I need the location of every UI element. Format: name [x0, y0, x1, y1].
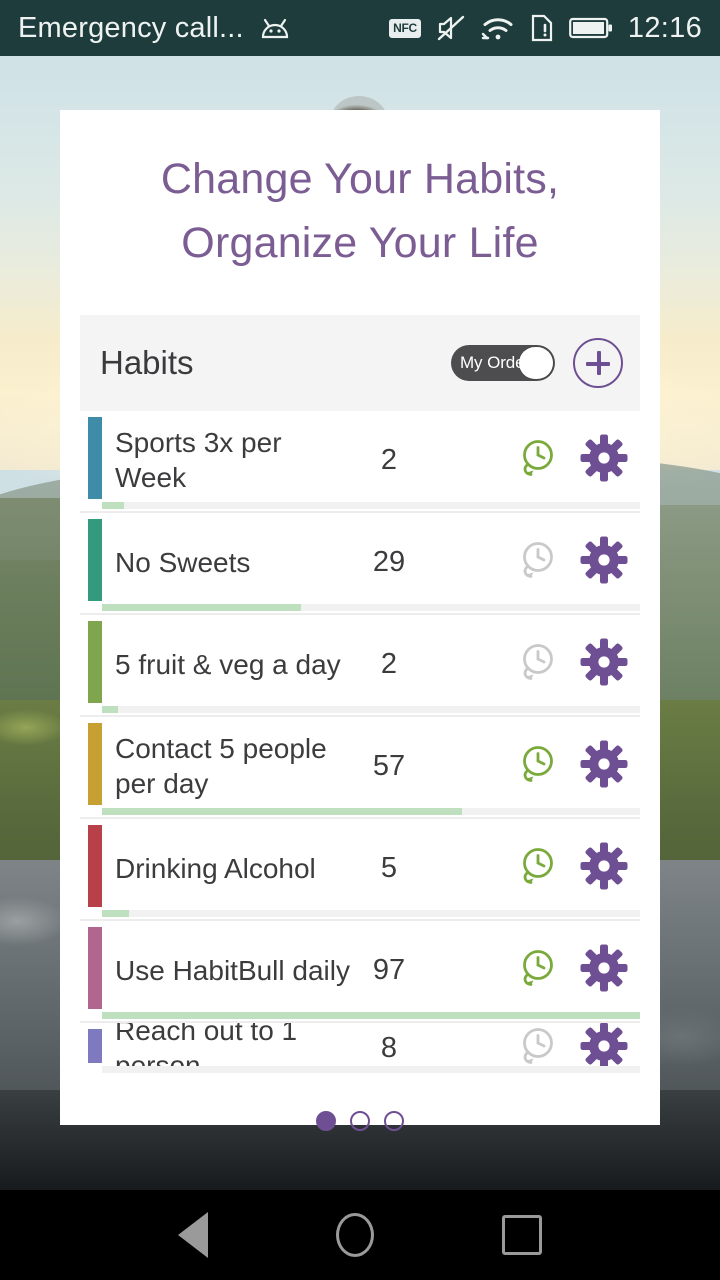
- habit-progress-track: [102, 1012, 640, 1019]
- habits-heading: Habits: [100, 344, 194, 381]
- nfc-icon: NFC: [389, 18, 421, 38]
- habit-progress-fill: [102, 808, 463, 815]
- gear-icon[interactable]: [580, 944, 628, 997]
- habit-progress-track: [102, 1066, 640, 1073]
- habit-row[interactable]: Contact 5 people per day 57: [80, 717, 640, 815]
- habit-row-actions: [514, 536, 640, 589]
- status-bar: Emergency call... NFC 12:16: [0, 0, 720, 56]
- habit-list: Sports 3x per Week 2 No Sweets 29 5 frui…: [80, 411, 640, 1073]
- gear-icon[interactable]: [580, 638, 628, 691]
- habit-streak-count: 5: [380, 851, 398, 884]
- habit-name: Sports 3x per Week: [115, 427, 282, 493]
- android-robot-icon: [258, 16, 292, 40]
- habit-streak-count: 8: [380, 1031, 398, 1064]
- headline-line-1: Change Your Habits,: [160, 155, 560, 203]
- habit-row[interactable]: Sports 3x per Week 2: [80, 411, 640, 509]
- headline-line-2: Organize Your Life: [181, 219, 539, 267]
- system-icons: NFC 12:16: [389, 12, 702, 45]
- habit-progress-track: [102, 502, 640, 509]
- habit-progress-fill: [102, 706, 119, 713]
- habit-progress-track: [102, 604, 640, 611]
- habit-color-bar: [88, 825, 102, 907]
- timer-icon[interactable]: [514, 639, 560, 690]
- my-order-toggle[interactable]: My Order: [451, 345, 555, 381]
- page-title: Change Your Habits, Organize Your Life: [60, 110, 660, 275]
- habit-progress-track: [102, 910, 640, 917]
- habits-panel: Habits My Order Sports 3x per Week 2 No …: [80, 315, 640, 1073]
- habit-name: Drinking Alcohol: [115, 852, 316, 884]
- habit-row-actions: [514, 638, 640, 691]
- gear-icon[interactable]: [580, 842, 628, 895]
- habit-row-actions: [514, 434, 640, 487]
- habit-progress-track: [102, 706, 640, 713]
- status-clock: 12:16: [627, 11, 702, 44]
- habit-streak-count: 2: [380, 647, 398, 680]
- habit-color-bar: [88, 1029, 102, 1063]
- habits-panel-header: Habits My Order: [80, 315, 640, 411]
- battery-icon: [569, 16, 613, 40]
- wifi-icon: [481, 15, 515, 42]
- home-button[interactable]: [336, 1213, 374, 1257]
- gear-icon[interactable]: [580, 740, 628, 793]
- page-indicator-dot[interactable]: [316, 1111, 336, 1131]
- panel-header-actions: My Order: [451, 338, 623, 388]
- android-navigation-bar: [0, 1190, 720, 1280]
- page-indicator-dot[interactable]: [384, 1111, 404, 1131]
- timer-icon[interactable]: [514, 843, 560, 894]
- habit-name: Use HabitBull daily: [115, 954, 350, 986]
- habit-row[interactable]: 5 fruit & veg a day 2: [80, 615, 640, 713]
- habit-row[interactable]: No Sweets 29: [80, 513, 640, 611]
- habit-progress-track: [102, 808, 640, 815]
- toggle-knob: [519, 347, 553, 379]
- habit-progress-fill: [102, 502, 124, 509]
- recents-button[interactable]: [502, 1215, 542, 1255]
- timer-icon[interactable]: [514, 435, 560, 486]
- habit-row-actions: [514, 944, 640, 997]
- habit-progress-fill: [102, 1012, 640, 1019]
- gear-icon[interactable]: [580, 536, 628, 589]
- habit-progress-fill: [102, 604, 302, 611]
- onboarding-card: Change Your Habits, Organize Your Life H…: [60, 110, 660, 1131]
- page-indicator: [60, 1111, 660, 1131]
- habit-row[interactable]: Use HabitBull daily 97: [80, 921, 640, 1019]
- sim-alert-icon: [530, 14, 554, 42]
- mute-icon: [436, 14, 466, 42]
- habit-name: 5 fruit & veg a day: [115, 648, 341, 680]
- habit-row[interactable]: Drinking Alcohol 5: [80, 819, 640, 917]
- timer-icon[interactable]: [514, 537, 560, 588]
- habit-row[interactable]: Reach out to 1 person 8: [80, 1023, 640, 1073]
- habit-color-bar: [88, 927, 102, 1009]
- carrier-label: Emergency call...: [18, 11, 244, 44]
- habit-name: No Sweets: [115, 546, 251, 578]
- habit-row-actions: [514, 740, 640, 793]
- timer-icon[interactable]: [514, 741, 560, 792]
- habit-streak-count: 2: [380, 443, 398, 476]
- gear-icon[interactable]: [580, 434, 628, 487]
- habit-color-bar: [88, 723, 102, 805]
- back-button[interactable]: [178, 1212, 208, 1258]
- timer-icon[interactable]: [514, 945, 560, 996]
- habit-color-bar: [88, 621, 102, 703]
- habit-row-actions: [514, 842, 640, 895]
- habit-streak-count: 57: [372, 749, 406, 782]
- habit-streak-count: 97: [372, 953, 406, 986]
- habit-name: Contact 5 people per day: [115, 733, 327, 799]
- add-habit-button[interactable]: [573, 338, 623, 388]
- habit-streak-count: 29: [372, 545, 406, 578]
- habit-color-bar: [88, 519, 102, 601]
- habit-progress-fill: [102, 910, 129, 917]
- habit-color-bar: [88, 417, 102, 499]
- page-indicator-dot[interactable]: [350, 1111, 370, 1131]
